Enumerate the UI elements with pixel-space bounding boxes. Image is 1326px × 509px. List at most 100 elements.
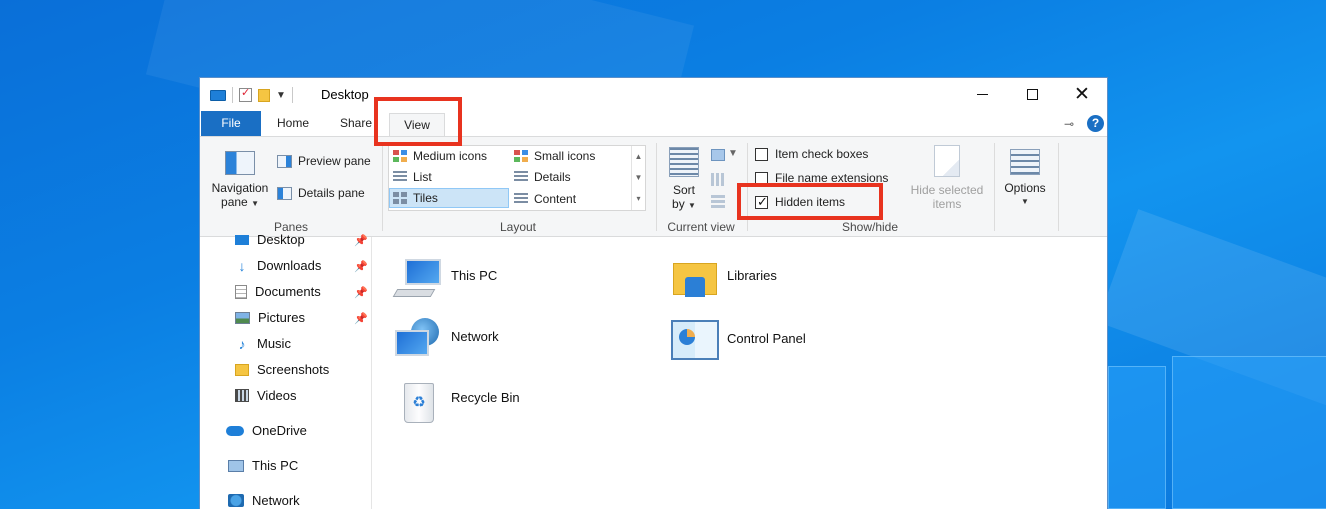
hide-selected-items-label: items	[932, 197, 962, 211]
layout-content[interactable]: Content	[511, 189, 576, 209]
layout-medium-icons[interactable]: Medium icons	[390, 146, 487, 166]
folder-icon	[235, 363, 249, 376]
hide-selected-items-button[interactable]: Hide selected items	[906, 143, 988, 217]
hidden-items-checkbox[interactable]	[755, 194, 768, 210]
layout-gallery-scroll[interactable]: ▲ ▼ ▾	[631, 146, 645, 210]
details-icon	[514, 171, 528, 183]
nav-item-pictures[interactable]: Pictures	[235, 310, 305, 325]
tile-label: Recycle Bin	[451, 390, 520, 405]
preview-pane-button[interactable]: Preview pane	[277, 154, 371, 168]
nav-item-downloads[interactable]: ↓ Downloads	[235, 258, 322, 273]
size-columns-icon	[711, 195, 725, 208]
more-icon[interactable]: ▾	[632, 188, 645, 209]
nav-item-onedrive[interactable]: OneDrive	[226, 423, 307, 438]
nav-item-label: Network	[252, 493, 300, 508]
video-icon	[235, 389, 249, 402]
close-icon: ✕	[1074, 84, 1090, 105]
nav-item-music[interactable]: ♪ Music	[235, 336, 291, 351]
preview-pane-icon	[277, 154, 292, 168]
layout-medium-icons-label: Medium icons	[413, 149, 488, 163]
hidden-items-option[interactable]: Hidden items	[755, 194, 846, 210]
pin-icon[interactable]: 📌	[354, 260, 368, 273]
help-icon[interactable]: ?	[1087, 115, 1104, 132]
layout-small-icons-label: Small icons	[534, 149, 596, 163]
layout-small-icons[interactable]: Small icons	[511, 146, 595, 166]
navigation-pane: Desktop 📌 ↓ Downloads 📌 Documents 📌 Pict…	[200, 232, 372, 509]
desktop-wallpaper-pane	[1108, 366, 1166, 509]
pin-ribbon-icon[interactable]: ⊸	[1064, 117, 1074, 131]
group-separator	[656, 143, 657, 231]
file-name-extensions-label: File name extensions	[775, 171, 889, 185]
layout-tiles[interactable]: Tiles	[389, 188, 509, 208]
tile-control-panel[interactable]: Control Panel	[671, 320, 806, 360]
scroll-down-icon[interactable]: ▼	[632, 167, 645, 188]
scroll-up-icon[interactable]: ▲	[632, 146, 645, 167]
item-check-boxes-option[interactable]: Item check boxes	[755, 147, 868, 161]
layout-tiles-label: Tiles	[413, 191, 438, 205]
tile-network[interactable]: Network	[395, 318, 499, 362]
navigation-pane-icon	[225, 151, 255, 175]
nav-item-label: Music	[257, 336, 291, 351]
customize-toolbar-dropdown-icon[interactable]: ▼	[276, 90, 286, 101]
nav-item-label: This PC	[252, 458, 299, 473]
details-pane-button[interactable]: Details pane	[277, 186, 365, 200]
navigation-pane-label: pane ▼	[208, 195, 272, 211]
chevron-down-icon: ▼	[688, 201, 696, 210]
hide-selected-items-label: Hide selected	[910, 183, 984, 197]
layout-list[interactable]: List	[390, 167, 432, 187]
sort-by-button[interactable]: Sort by ▼	[666, 143, 702, 217]
recycle-bin-icon: ♻	[395, 379, 443, 425]
tile-libraries[interactable]: Libraries	[671, 257, 777, 301]
options-button[interactable]: Options ▼	[1000, 143, 1050, 217]
nav-item-documents[interactable]: Documents	[235, 284, 321, 299]
pin-icon[interactable]: 📌	[354, 312, 368, 325]
content-icon	[514, 193, 528, 205]
tile-recycle-bin[interactable]: ♻ Recycle Bin	[395, 379, 520, 425]
nav-item-label: Pictures	[258, 310, 305, 325]
layout-details-label: Details	[534, 170, 571, 184]
pin-icon[interactable]: 📌	[354, 234, 368, 247]
minimize-button[interactable]	[958, 78, 1006, 111]
maximize-button[interactable]	[1008, 78, 1056, 111]
tab-share[interactable]: Share	[334, 111, 378, 136]
desktop-wallpaper-pane	[1172, 356, 1326, 509]
network-icon	[228, 494, 244, 507]
list-icon	[393, 171, 407, 183]
layout-details[interactable]: Details	[511, 167, 571, 187]
preview-pane-label: Preview pane	[298, 154, 371, 168]
chevron-down-icon[interactable]: ▼	[728, 148, 738, 159]
tab-view[interactable]: View	[389, 113, 445, 137]
navigation-pane-button[interactable]: Navigation pane ▼	[208, 143, 272, 217]
nav-item-network[interactable]: Network	[228, 493, 300, 508]
tiles-icon	[393, 192, 407, 204]
hidden-items-label: Hidden items	[775, 195, 846, 209]
item-check-boxes-checkbox[interactable]	[755, 147, 768, 161]
file-name-extensions-option[interactable]: File name extensions	[755, 171, 888, 185]
layout-list-label: List	[413, 170, 432, 184]
maximize-icon	[1026, 89, 1038, 100]
tile-label: This PC	[451, 268, 498, 283]
pin-icon[interactable]: 📌	[354, 286, 368, 299]
window-title: Desktop	[321, 87, 369, 102]
network-icon	[395, 318, 443, 362]
tab-home[interactable]: Home	[269, 111, 317, 136]
nav-item-this-pc[interactable]: This PC	[228, 458, 298, 473]
new-folder-icon[interactable]	[258, 88, 270, 102]
nav-item-videos[interactable]: Videos	[235, 388, 297, 403]
item-check-boxes-label: Item check boxes	[775, 147, 869, 161]
nav-item-label: Downloads	[257, 258, 322, 273]
nav-item-screenshots[interactable]: Screenshots	[235, 362, 329, 377]
tile-this-pc[interactable]: This PC	[392, 257, 498, 301]
close-button[interactable]: ✕	[1058, 78, 1106, 111]
libraries-icon	[671, 257, 719, 301]
group-label-current-view: Current view	[667, 220, 735, 234]
properties-icon[interactable]	[239, 86, 252, 102]
tab-file[interactable]: File	[201, 111, 261, 136]
ribbon-view: Navigation pane ▼ Preview pane Details p…	[200, 136, 1107, 237]
hide-selected-items-icon	[934, 145, 960, 177]
group-by-icon[interactable]	[711, 149, 725, 161]
chevron-down-icon: ▼	[251, 199, 259, 208]
nav-item-desktop[interactable]: Desktop	[235, 232, 305, 247]
details-pane-icon	[277, 186, 292, 200]
file-name-extensions-checkbox[interactable]	[755, 171, 768, 185]
